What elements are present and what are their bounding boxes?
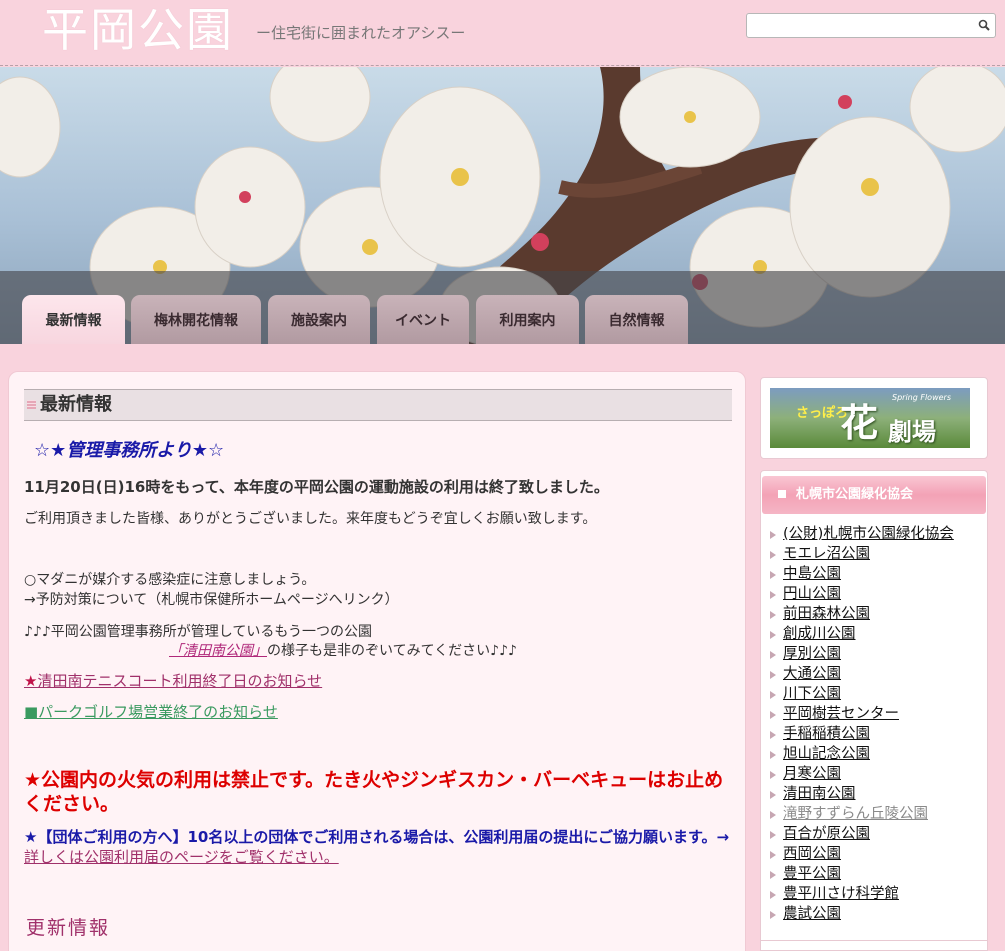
sidebar-link-label[interactable]: 旭山記念公園 [783,746,870,762]
sidebar-link-label[interactable]: 滝野すずらん丘陵公園 [783,806,928,822]
tab-usage[interactable]: 利用案内 [476,295,579,344]
hero-banner: 最新情報 梅林開花情報 施設案内 イベント 利用案内 自然情報 [0,67,1005,344]
other-park-rest: の様子も是非のぞいてみてください♪♪♪ [267,643,517,659]
sidebar-link-item[interactable]: 創成川公園 [769,624,954,644]
sidebar-link-item[interactable]: 清田南公園 [769,784,954,804]
section-heading: 最新情報 [24,389,732,421]
banner-spring: Spring Flowers [892,393,951,402]
sidebar-link-label[interactable]: 手稲稲積公園 [783,726,870,742]
other-park-text: ♪♪♪平岡公園管理事務所が管理しているもう一つの公園 [24,624,372,640]
sidebar-link-label[interactable]: 大通公園 [783,666,841,682]
sidebar-link-item[interactable]: 西岡公園 [769,844,954,864]
sidebar-link-label[interactable]: 前田森林公園 [783,606,870,622]
banner-hana: 花 [840,401,879,445]
group-notice-text: ★【団体ご利用の方へ】10名以上の団体でご利用される場合は、公園利用届の提出にご… [24,828,717,846]
sidebar-link-label[interactable]: (公財)札幌市公園緑化協会 [783,526,954,542]
sidebar-link-label[interactable]: モエレ沼公園 [783,546,870,562]
sidebar-link-label[interactable]: 月寒公園 [783,766,841,782]
banner-gekijo: 劇場 [888,418,936,446]
sidebar-link-label[interactable]: 西岡公園 [783,846,841,862]
sidebar-link-item[interactable]: モエレ沼公園 [769,544,954,564]
sidebar-link-item[interactable]: 滝野すずらん丘陵公園 [769,804,954,824]
sidebar-link-label[interactable]: 中島公園 [783,566,841,582]
sidebar-link-item[interactable]: 農試公園 [769,904,954,924]
search-icon[interactable] [978,19,990,31]
sidebar-link-item[interactable]: 豊平公園 [769,864,954,884]
tab-nature[interactable]: 自然情報 [585,295,688,344]
sidebar-banner-box: さっぽろ 花 Spring Flowers 劇場 [760,377,988,459]
sidebar-link-item[interactable]: 月寒公園 [769,764,954,784]
closing-notice: 11月20日(日)16時をもって、本年度の平岡公園の運動施設の利用は終了致しまし… [24,478,609,496]
sidebar-link-label[interactable]: 平岡樹芸センター [783,706,899,722]
sidebar-link-item[interactable]: 川下公園 [769,684,954,704]
group-usage-notice: ★【団体ご利用の方へ】10名以上の団体でご利用される場合は、公園利用届の提出にご… [24,827,736,867]
thanks-message: ご利用頂きました皆様、ありがとうございました。来年度もどうぞ宜しくお願い致します… [24,511,597,527]
tab-facilities[interactable]: 施設案内 [268,295,370,344]
sidebar-links: 札幌市公園緑化協会 (公財)札幌市公園緑化協会 モエレ沼公園 中島公園円山公園前田森… [760,470,988,951]
sidebar-link-item[interactable]: 手稲稲積公園 [769,724,954,744]
sidebar-link-label[interactable]: 農試公園 [783,906,841,922]
sidebar-link-item[interactable]: 旭山記念公園 [769,744,954,764]
update-heading: 更新情報 [26,917,111,939]
sidebar-link-label[interactable]: 円山公園 [783,586,841,602]
sidebar-link-item[interactable]: 厚別公園 [769,644,954,664]
park-golf-link[interactable]: ■パークゴルフ場営業終了のお知らせ [24,701,278,722]
sidebar-link-label[interactable]: 豊平公園 [783,866,841,882]
arrow-icon: → [716,828,730,846]
sidebar-link-item[interactable]: 大通公園 [769,664,954,684]
sidebar-link-label[interactable]: 清田南公園 [783,786,856,802]
main-content: 最新情報 ☆★管理事務所より★☆ 11月20日(日)16時をもって、本年度の平岡… [8,371,746,951]
fire-ban-notice: ★公園内の火気の利用は禁止です。たき火やジンギスカン・バーベキューはお止めくださ… [24,769,724,815]
sidebar-link-item[interactable]: (公財)札幌市公園緑化協会 [769,524,954,544]
tennis-court-link[interactable]: ★清田南テニスコート利用終了日のお知らせ [24,670,322,691]
sidebar-link-label[interactable]: 厚別公園 [783,646,841,662]
park-link-list: (公財)札幌市公園緑化協会 モエレ沼公園 中島公園円山公園前田森林公園 創成川公園厚別… [769,524,954,924]
site-header: 平岡公園 ー住宅街に囲まれたオアシスー [0,0,1005,66]
search-input[interactable] [746,13,996,38]
sidebar-link-item[interactable]: 前田森林公園 [769,604,954,624]
links-heading: 札幌市公園緑化協会 [762,476,986,514]
tab-events[interactable]: イベント [377,295,469,344]
other-park-line: 「清田南公園」の様子も是非のぞいてみてください♪♪♪ [169,640,517,660]
sidebar-link-label[interactable]: 百合が原公園 [783,826,870,842]
sidebar-link-label[interactable]: 川下公園 [783,686,841,702]
tennis-link-label: 清田南テニスコート利用終了日のお知らせ [37,672,323,690]
sidebar-link-item[interactable]: 中島公園 [769,564,954,584]
star-icon: ★ [24,672,38,690]
tab-plum-bloom[interactable]: 梅林開花情報 [131,295,261,344]
sidebar-link-item[interactable]: 百合が原公園 [769,824,954,844]
sidebar-link-item[interactable]: 豊平川さけ科学館 [769,884,954,904]
kiyota-minami-park-link[interactable]: 「清田南公園」 [169,643,267,659]
hana-gekijo-banner[interactable]: さっぽろ 花 Spring Flowers 劇場 [770,388,970,448]
sidebar-link-item[interactable]: 平岡樹芸センター [769,704,954,724]
sidebar-link-label[interactable]: 創成川公園 [783,626,856,642]
site-tagline: ー住宅街に囲まれたオアシスー [256,24,466,42]
sidebar-next-box [760,940,988,951]
sidebar-link-item[interactable]: 円山公園 [769,584,954,604]
office-title: ☆★管理事務所より★☆ [34,440,225,461]
tick-prevention-link[interactable]: →予防対策について（札幌市保健所ホームページへリンク） [24,589,399,609]
usage-form-link[interactable]: 詳しくは公園利用届のページをご覧ください。 [24,848,339,866]
sidebar-link-label[interactable]: 豊平川さけ科学館 [783,886,899,902]
tab-latest[interactable]: 最新情報 [22,295,125,344]
tick-warning: ○マダニが媒介する感染症に注意しましょう。 [24,572,316,588]
site-title[interactable]: 平岡公園 [42,4,234,56]
